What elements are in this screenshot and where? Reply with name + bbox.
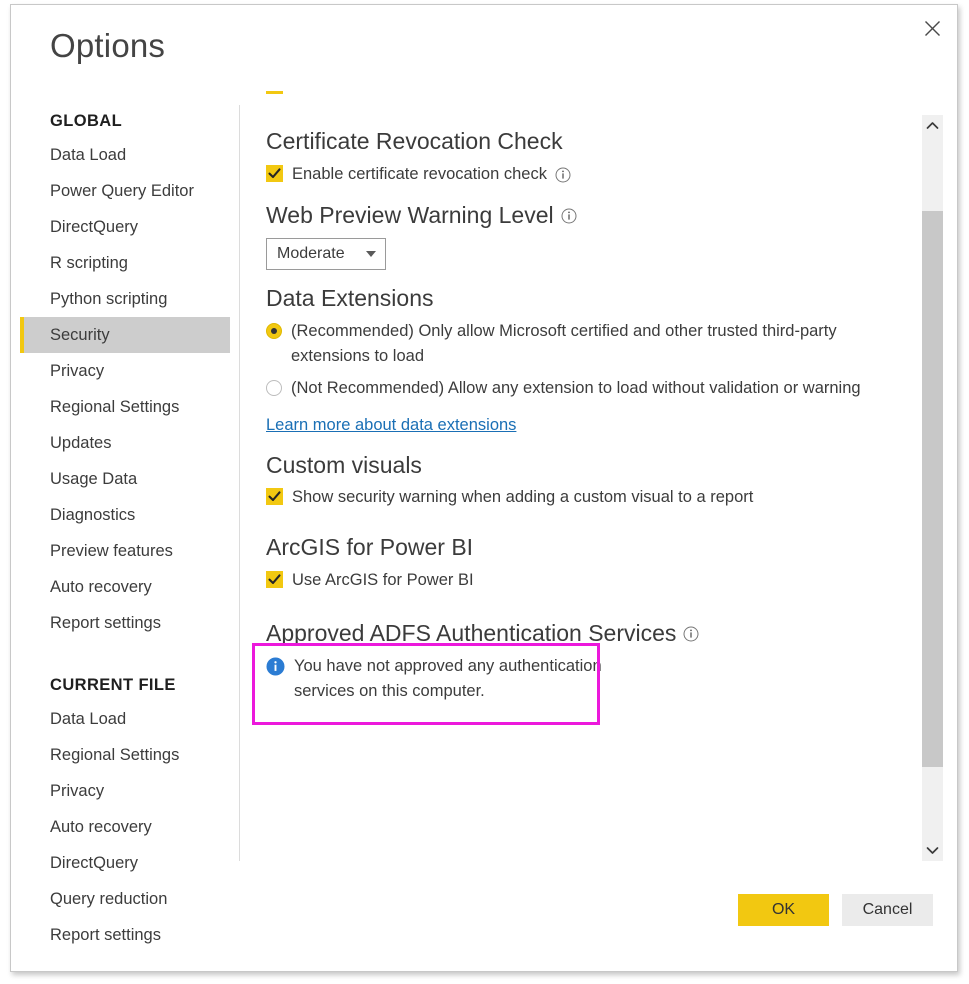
data-extensions-recommended-label: (Recommended) Only allow Microsoft certi… bbox=[291, 321, 837, 366]
adfs-message-row: You have not approved any authentication… bbox=[266, 654, 646, 705]
sidebar-item-usage-data[interactable]: Usage Data bbox=[11, 461, 239, 497]
adfs-heading-text: Approved ADFS Authentication Services bbox=[266, 620, 677, 647]
close-icon[interactable] bbox=[909, 5, 955, 51]
enable-certificate-revocation-label: Enable certificate revocation check bbox=[292, 164, 547, 183]
adfs-info-icon[interactable] bbox=[683, 626, 699, 642]
data-extensions-heading-text: Data Extensions bbox=[266, 285, 434, 312]
certificate-revocation-info-icon[interactable] bbox=[555, 167, 571, 183]
dialog-titlebar: Options bbox=[11, 5, 957, 101]
adfs-heading: Approved ADFS Authentication Services bbox=[266, 619, 865, 648]
sidebar-item-directquery[interactable]: DirectQuery bbox=[11, 209, 239, 245]
info-circle-blue-icon bbox=[266, 657, 285, 676]
ok-button[interactable]: OK bbox=[738, 894, 829, 926]
custom-visuals-security-warning-checkbox[interactable] bbox=[266, 488, 283, 506]
sidebar-item-power-query-editor[interactable]: Power Query Editor bbox=[11, 173, 239, 209]
arcgis-heading-text: ArcGIS for Power BI bbox=[266, 533, 474, 560]
arcgis-heading: ArcGIS for Power BI bbox=[266, 533, 865, 562]
data-extensions-option-recommended-row[interactable]: (Recommended) Only allow Microsoft certi… bbox=[266, 319, 865, 370]
sidebar-item-python-scripting[interactable]: Python scripting bbox=[11, 281, 239, 317]
chevron-down-icon[interactable] bbox=[922, 840, 943, 861]
custom-visuals-heading-text: Custom visuals bbox=[266, 451, 422, 478]
sidebar-item-auto-recovery[interactable]: Auto recovery bbox=[11, 569, 239, 605]
sidebar-item-preview-features[interactable]: Preview features bbox=[11, 533, 239, 569]
custom-visuals-security-warning-label: Show security warning when adding a cust… bbox=[292, 488, 754, 507]
data-extensions-not-recommended-label: (Not Recommended) Allow any extension to… bbox=[291, 378, 861, 397]
nav-group-current-file-title: CURRENT FILE bbox=[50, 676, 176, 694]
sidebar-item-regional-settings[interactable]: Regional Settings bbox=[11, 389, 239, 425]
sidebar-nav: GLOBAL Data Load Power Query Editor Dire… bbox=[11, 105, 239, 971]
sidebar-item-security[interactable]: Security bbox=[20, 317, 230, 353]
cancel-button[interactable]: Cancel bbox=[842, 894, 933, 926]
custom-visuals-security-warning-row[interactable]: Show security warning when adding a cust… bbox=[266, 485, 865, 511]
nav-group-global-title: GLOBAL bbox=[50, 112, 123, 130]
sidebar-item-cf-data-load[interactable]: Data Load bbox=[11, 701, 239, 737]
sidebar-item-cf-query-reduction[interactable]: Query reduction bbox=[11, 881, 239, 917]
dialog-footer: OK Cancel bbox=[738, 894, 933, 926]
data-extensions-option-not-recommended-row[interactable]: (Not Recommended) Allow any extension to… bbox=[266, 376, 865, 402]
chevron-up-icon[interactable] bbox=[922, 115, 943, 136]
sidebar-item-cf-privacy[interactable]: Privacy bbox=[11, 773, 239, 809]
data-extensions-heading: Data Extensions bbox=[266, 284, 865, 313]
sidebar-item-report-settings[interactable]: Report settings bbox=[11, 605, 239, 641]
sidebar-item-privacy[interactable]: Privacy bbox=[11, 353, 239, 389]
sidebar-item-updates[interactable]: Updates bbox=[11, 425, 239, 461]
sidebar-item-cf-directquery[interactable]: DirectQuery bbox=[11, 845, 239, 881]
use-arcgis-checkbox[interactable] bbox=[266, 570, 283, 588]
web-preview-warning-heading: Web Preview Warning Level bbox=[266, 201, 865, 230]
certificate-revocation-heading: Certificate Revocation Check bbox=[266, 127, 865, 156]
use-arcgis-label: Use ArcGIS for Power BI bbox=[292, 570, 474, 589]
certificate-revocation-heading-text: Certificate Revocation Check bbox=[266, 128, 563, 154]
enable-certificate-revocation-row[interactable]: Enable certificate revocation check bbox=[266, 162, 865, 188]
content-scrollbar[interactable] bbox=[922, 115, 943, 861]
web-preview-warning-level-dropdown[interactable]: Moderate bbox=[266, 238, 386, 271]
clipped-previous-option-row bbox=[266, 91, 865, 113]
sidebar-item-data-load[interactable]: Data Load bbox=[11, 137, 239, 173]
data-extensions-not-recommended-radio[interactable] bbox=[266, 379, 282, 396]
options-dialog: Options GLOBAL Data Load Power Query Edi… bbox=[10, 4, 958, 972]
clipped-checkbox[interactable] bbox=[266, 91, 283, 94]
enable-certificate-revocation-checkbox[interactable] bbox=[266, 164, 283, 182]
adfs-message-text: You have not approved any authentication… bbox=[294, 656, 602, 701]
web-preview-warning-heading-text: Web Preview Warning Level bbox=[266, 202, 554, 229]
learn-more-data-extensions-link[interactable]: Learn more about data extensions bbox=[266, 416, 516, 435]
web-preview-warning-level-value: Moderate bbox=[277, 245, 345, 263]
sidebar-item-r-scripting[interactable]: R scripting bbox=[11, 245, 239, 281]
chevron-down-icon bbox=[366, 251, 376, 258]
sidebar-item-cf-report-settings[interactable]: Report settings bbox=[11, 917, 239, 953]
sidebar-item-cf-regional-settings[interactable]: Regional Settings bbox=[11, 737, 239, 773]
security-settings-panel: Certificate Revocation Check Enable cert… bbox=[240, 91, 885, 863]
scrollbar-thumb[interactable] bbox=[922, 211, 943, 767]
custom-visuals-heading: Custom visuals bbox=[266, 451, 865, 480]
page-title: Options bbox=[50, 27, 166, 64]
use-arcgis-row[interactable]: Use ArcGIS for Power BI bbox=[266, 568, 865, 594]
web-preview-info-icon[interactable] bbox=[561, 208, 577, 224]
sidebar-item-diagnostics[interactable]: Diagnostics bbox=[11, 497, 239, 533]
data-extensions-recommended-radio[interactable] bbox=[266, 322, 282, 339]
sidebar-item-cf-auto-recovery[interactable]: Auto recovery bbox=[11, 809, 239, 845]
